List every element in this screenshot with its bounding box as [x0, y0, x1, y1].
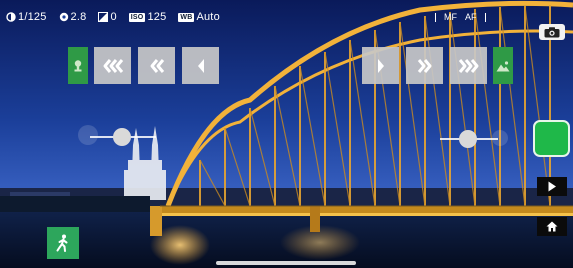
far-focus-badge[interactable]	[493, 47, 513, 84]
shutter-button[interactable]	[533, 120, 570, 157]
near-focus-icon	[74, 59, 82, 71]
playback-button[interactable]	[537, 177, 567, 196]
exposure-status-bar: 1/125 2.8 0 ISO 125 WB Auto	[6, 10, 220, 24]
camera-viewfinder[interactable]: 1/125 2.8 0 ISO 125 WB Auto MF AF	[0, 0, 573, 268]
near-focus-badge[interactable]	[68, 47, 88, 84]
home-indicator[interactable]	[216, 261, 356, 265]
single-chevron-left-icon	[197, 58, 204, 73]
double-chevron-right-icon	[417, 58, 431, 73]
timelapse-button[interactable]	[47, 227, 79, 259]
shutter-readout[interactable]: 1/125	[6, 11, 47, 23]
wb-tag: WB	[178, 12, 195, 22]
step-forward-large-button[interactable]	[450, 47, 487, 84]
triple-chevron-left-icon	[103, 58, 123, 73]
focus-mode-strip: MF AF	[435, 10, 486, 24]
step-back-large-button[interactable]	[94, 47, 131, 84]
step-back-medium-button[interactable]	[138, 47, 175, 84]
aperture-readout[interactable]: 2.8	[59, 11, 87, 23]
triple-chevron-right-icon	[458, 58, 478, 73]
right-slider-thumb[interactable]	[459, 130, 477, 148]
exposure-comp-icon	[98, 12, 109, 22]
shutter-value: 1/125	[18, 11, 47, 23]
play-icon	[548, 181, 556, 192]
focus-mode-af[interactable]: AF	[465, 12, 477, 22]
focus-tick-left	[435, 12, 436, 22]
iso-tag: ISO	[128, 12, 146, 22]
step-forward-small-button[interactable]	[362, 47, 399, 84]
double-chevron-left-icon	[150, 58, 164, 73]
walking-person-icon	[56, 234, 68, 252]
aperture-value: 2.8	[70, 11, 87, 23]
white-balance-value: Auto	[196, 11, 220, 23]
aperture-icon	[59, 12, 68, 22]
iso-value: 125	[147, 11, 167, 23]
shutter-speed-icon	[6, 12, 16, 22]
white-balance-readout[interactable]: WB Auto	[178, 11, 220, 23]
exposure-comp-readout[interactable]: 0	[98, 11, 117, 23]
landscape-icon	[496, 60, 510, 71]
home-icon	[546, 221, 558, 232]
focus-tick-right	[484, 12, 486, 22]
camera-switch-button[interactable]	[539, 24, 565, 40]
focus-mode-mf[interactable]: MF	[444, 12, 457, 22]
home-button[interactable]	[537, 217, 567, 236]
left-slider-thumb[interactable]	[113, 128, 131, 146]
live-preview-image	[0, 0, 573, 268]
step-back-small-button[interactable]	[182, 47, 219, 84]
iso-readout[interactable]: ISO 125	[128, 11, 167, 23]
exposure-comp-value: 0	[110, 11, 117, 23]
step-forward-medium-button[interactable]	[406, 47, 443, 84]
single-chevron-right-icon	[377, 58, 384, 73]
camera-switch-icon	[544, 26, 560, 37]
